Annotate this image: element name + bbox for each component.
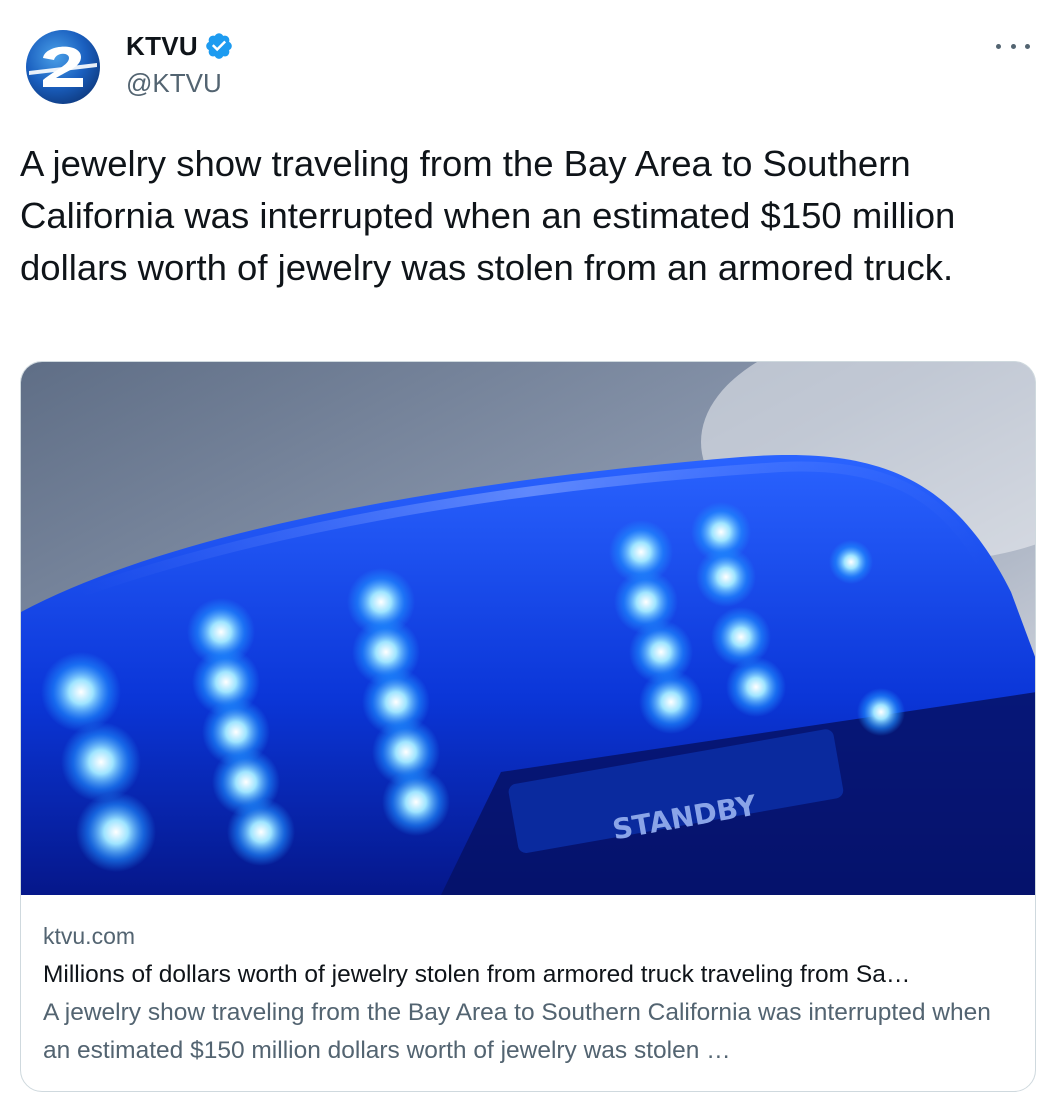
handle[interactable]: @KTVU: [126, 68, 234, 99]
verified-badge-icon: [204, 31, 234, 61]
avatar[interactable]: [23, 27, 103, 107]
card-title: Millions of dollars worth of jewelry sto…: [43, 961, 911, 988]
card-meta: ktvu.com Millions of dollars worth of je…: [43, 918, 1018, 1070]
card-domain: ktvu.com: [43, 923, 136, 949]
card-image[interactable]: STANDBY: [21, 362, 1035, 895]
tweet-text: A jewelry show traveling from the Bay Ar…: [20, 143, 956, 288]
author-block: KTVU @KTVU: [126, 30, 234, 99]
tweet: KTVU @KTVU A jewelry show traveling from…: [0, 0, 1052, 1110]
link-card[interactable]: STANDBY ktvu.com Millions of dollars wor…: [20, 361, 1036, 1092]
card-description: A jewelry show traveling from the Bay Ar…: [43, 999, 991, 1064]
ktvu-logo-icon: [23, 27, 103, 107]
more-dots-icon[interactable]: [996, 36, 1030, 56]
display-name[interactable]: KTVU: [126, 31, 198, 62]
